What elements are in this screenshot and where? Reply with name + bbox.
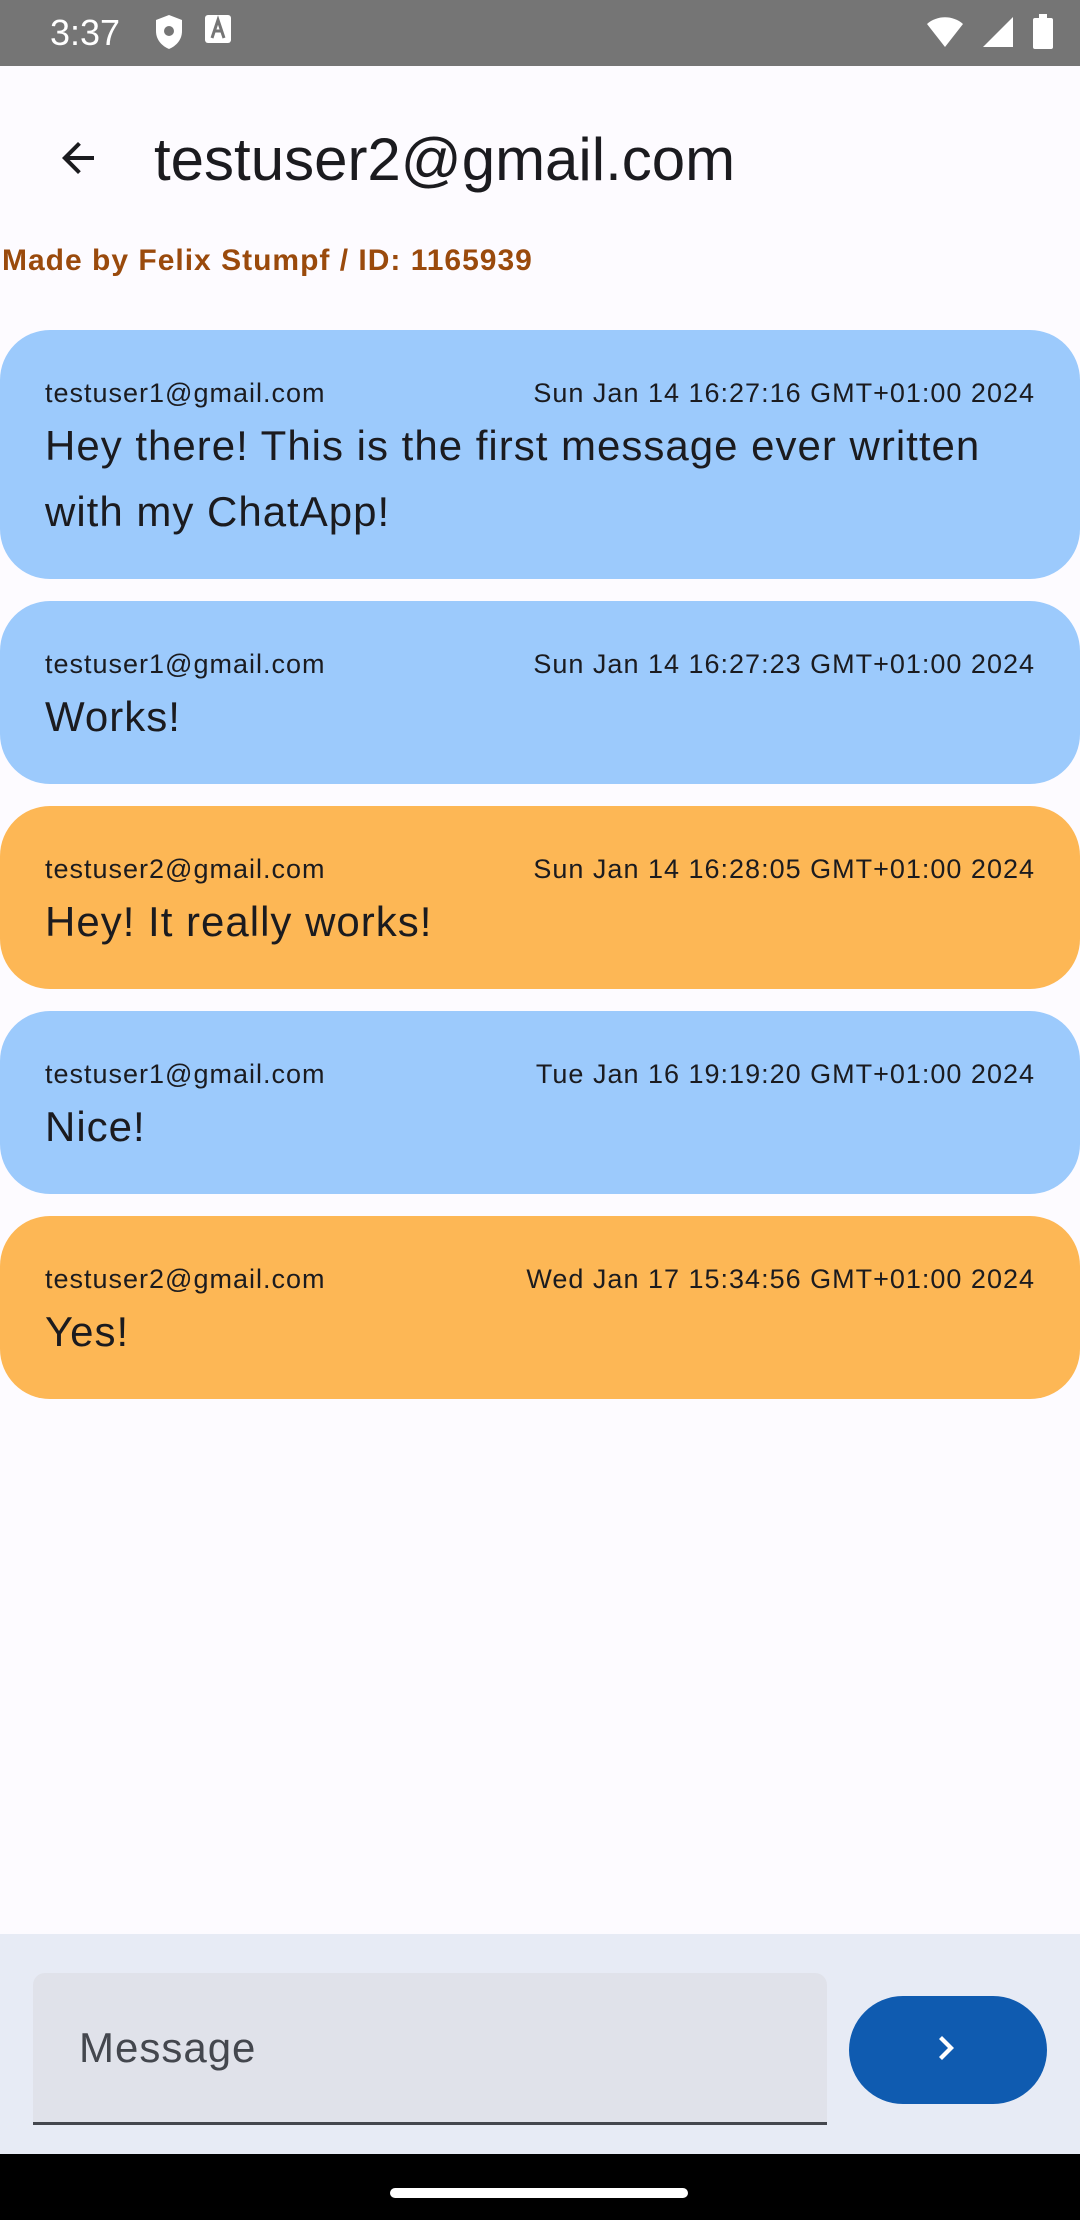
navigation-bar	[0, 2154, 1080, 2220]
back-button[interactable]	[36, 118, 120, 202]
message-timestamp: Tue Jan 16 19:19:20 GMT+01:00 2024	[535, 1059, 1035, 1089]
message-sender: testuser1@gmail.com	[45, 649, 326, 679]
arrow-back-icon	[54, 134, 102, 187]
message-text: Yes!	[45, 1308, 130, 1355]
message-bubble: testuser2@gmail.com Sun Jan 14 16:28:05 …	[0, 806, 1080, 989]
message-bubble: testuser1@gmail.com Sun Jan 14 16:27:16 …	[0, 330, 1080, 579]
credit-label: Made by Felix Stumpf / ID: 1165939	[2, 244, 533, 277]
message-text: Nice!	[45, 1103, 146, 1150]
app-bar: testuser2@gmail.com	[0, 66, 1080, 242]
message-sender: testuser1@gmail.com	[45, 1059, 326, 1089]
battery-icon	[1032, 14, 1054, 55]
message-bubble: testuser2@gmail.com Wed Jan 17 15:34:56 …	[0, 1216, 1080, 1399]
shield-icon	[154, 14, 184, 55]
text-a-icon	[204, 14, 232, 55]
message-bubble: testuser1@gmail.com Tue Jan 16 19:19:20 …	[0, 1011, 1080, 1194]
status-bar: 3:37	[0, 0, 1080, 66]
message-input[interactable]: Message	[33, 1973, 827, 2125]
message-input-placeholder: Message	[79, 2023, 257, 2071]
message-sender: testuser2@gmail.com	[45, 854, 326, 884]
chevron-right-icon	[928, 2028, 968, 2073]
message-sender: testuser2@gmail.com	[45, 1264, 326, 1294]
signal-icon	[982, 16, 1014, 53]
message-text: Hey there! This is the first message eve…	[45, 422, 981, 535]
message-timestamp: Sun Jan 14 16:28:05 GMT+01:00 2024	[533, 854, 1035, 884]
wifi-icon	[926, 16, 964, 53]
send-button[interactable]	[849, 1996, 1047, 2104]
message-timestamp: Sun Jan 14 16:27:23 GMT+01:00 2024	[533, 649, 1035, 679]
home-indicator[interactable]	[390, 2188, 688, 2198]
message-list[interactable]: testuser1@gmail.com Sun Jan 14 16:27:16 …	[0, 330, 1080, 1421]
message-sender: testuser1@gmail.com	[45, 378, 326, 408]
status-time: 3:37	[50, 12, 121, 53]
message-text: Works!	[45, 693, 181, 740]
message-timestamp: Wed Jan 17 15:34:56 GMT+01:00 2024	[526, 1264, 1035, 1294]
message-text: Hey! It really works!	[45, 898, 433, 945]
page-title: testuser2@gmail.com	[154, 126, 736, 193]
message-bubble: testuser1@gmail.com Sun Jan 14 16:27:23 …	[0, 601, 1080, 784]
message-timestamp: Sun Jan 14 16:27:16 GMT+01:00 2024	[533, 378, 1035, 408]
message-composer: Message	[0, 1934, 1080, 2154]
